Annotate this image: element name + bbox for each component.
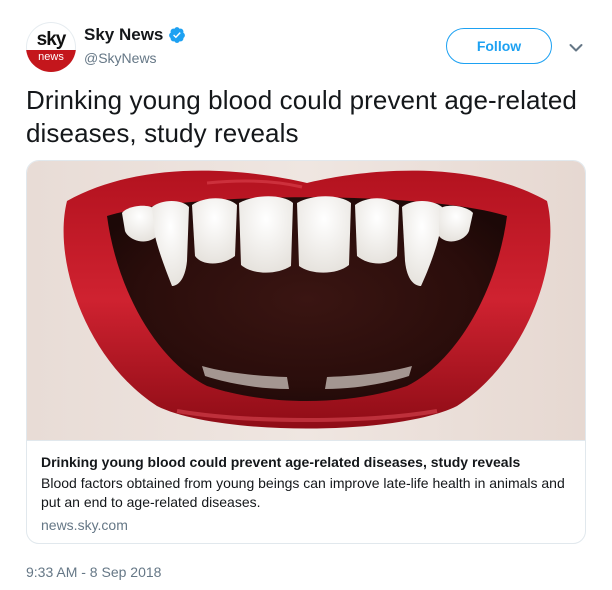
chevron-down-icon bbox=[569, 44, 583, 52]
tweet-text: Drinking young blood could prevent age-r… bbox=[26, 85, 577, 148]
verified-badge-icon bbox=[168, 26, 186, 44]
avatar-logo-top: sky bbox=[26, 22, 76, 50]
avatar-logo-news-text: news bbox=[38, 51, 64, 63]
avatar-logo-bottom: news bbox=[26, 50, 76, 72]
more-options-button[interactable] bbox=[566, 38, 586, 58]
card-title[interactable]: Drinking young blood could prevent age-r… bbox=[41, 453, 571, 472]
follow-button[interactable]: Follow bbox=[446, 28, 552, 64]
tweet-timestamp[interactable]: 9:33 AM - 8 Sep 2018 bbox=[26, 563, 161, 581]
card-domain: news.sky.com bbox=[41, 517, 128, 533]
card-body: Drinking young blood could prevent age-r… bbox=[27, 440, 585, 543]
avatar-logo-sky-text: sky bbox=[36, 29, 67, 50]
author-display-name[interactable]: Sky News bbox=[84, 24, 163, 46]
author-name-row: Sky News bbox=[84, 24, 186, 46]
card-image[interactable] bbox=[27, 161, 585, 440]
card-description: Blood factors obtained from young beings… bbox=[41, 475, 565, 510]
author-handle[interactable]: @SkyNews bbox=[84, 49, 157, 67]
tweet: sky news Sky News @SkyNews Follow Drinki… bbox=[0, 0, 612, 590]
link-card[interactable]: Drinking young blood could prevent age-r… bbox=[26, 160, 586, 544]
avatar[interactable]: sky news bbox=[26, 22, 76, 72]
